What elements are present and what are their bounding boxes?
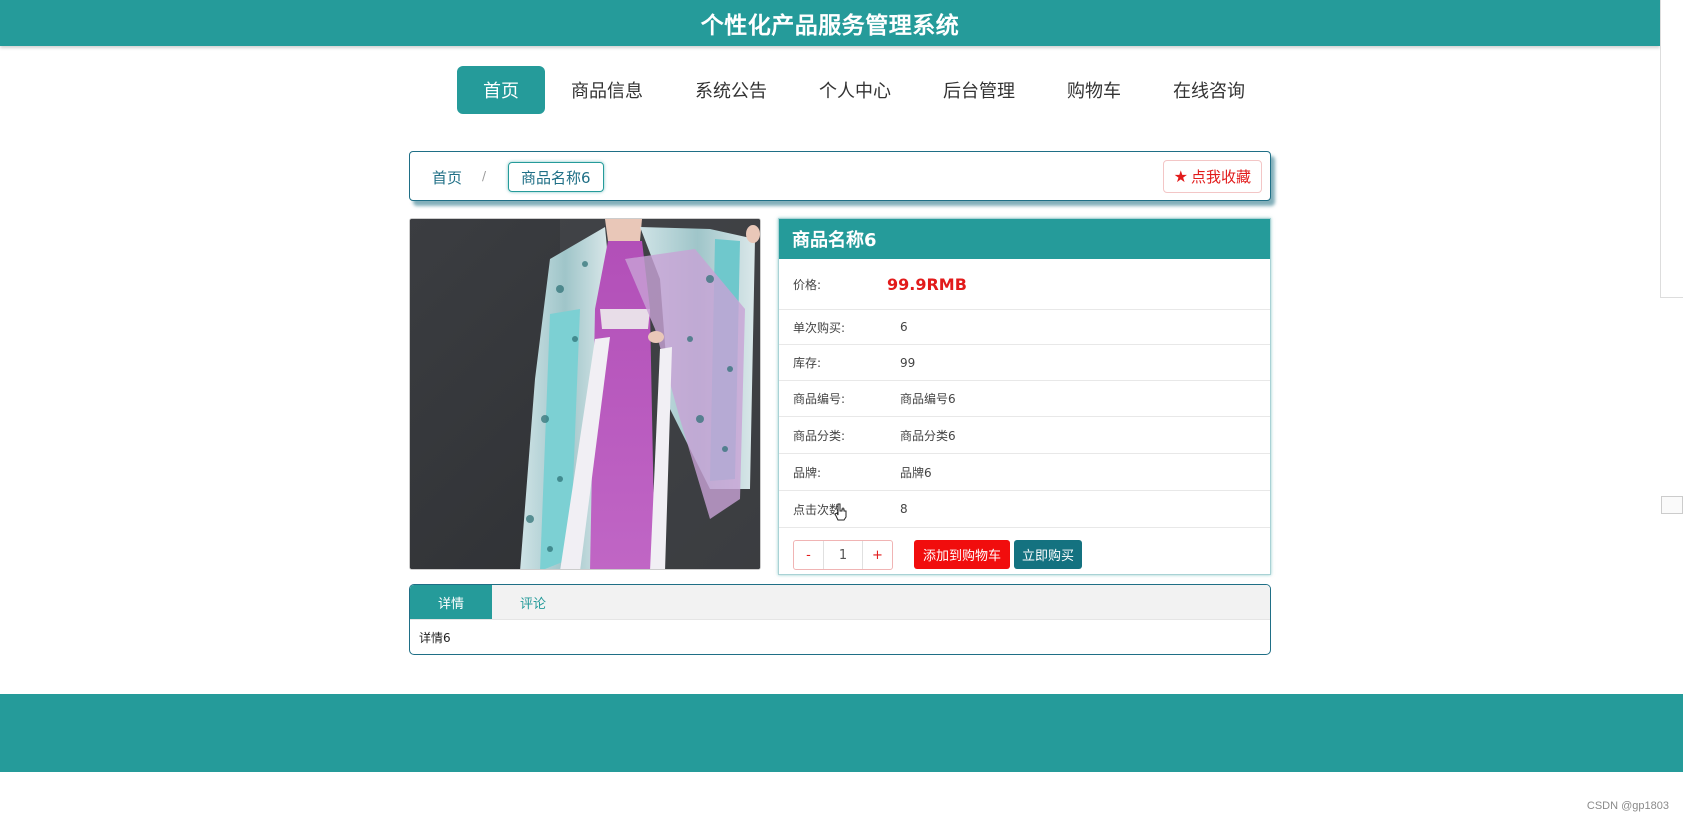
nav-item-profile[interactable]: 个人中心 [793,66,917,114]
price-label: 价格: [793,277,822,292]
breadcrumb: 首页 / 商品名称6 ★ 点我收藏 [409,151,1271,201]
detail-tabs: 详情 评论 详情6 [409,584,1271,655]
product-photo-illustration [410,219,760,569]
nav-item-admin[interactable]: 后台管理 [917,66,1041,114]
page-title: 个性化产品服务管理系统 [700,13,960,39]
tab-details[interactable]: 详情 [410,585,492,619]
detail-row: 单次购买: 6 [779,310,1270,345]
nav-item-home[interactable]: 首页 [457,66,545,114]
hand-cursor-icon [834,503,847,521]
add-to-cart-button[interactable]: 添加到购物车 [914,540,1011,569]
nav-item-announcements[interactable]: 系统公告 [669,66,793,114]
nav-item-cart[interactable]: 购物车 [1041,66,1147,114]
main-nav: 首页 商品信息 系统公告 个人中心 后台管理 购物车 在线咨询 [457,66,1271,114]
buy-now-button[interactable]: 立即购买 [1014,540,1083,569]
header-bar: 个性化产品服务管理系统 [0,0,1660,46]
detail-value: 品牌6 [900,465,932,480]
quantity-input[interactable]: 1 [823,541,863,569]
detail-row: 商品编号: 商品编号6 [779,381,1270,417]
tab-bar: 详情 评论 [410,585,1270,620]
product-info-panel: 商品名称6 价格: 99.9RMB 单次购买: 6 库存: 99 商品编号: 商… [778,218,1271,575]
breadcrumb-separator: / [482,169,487,183]
tab-content: 详情6 [419,631,451,645]
detail-row: 点击次数: 8 [779,491,1270,528]
product-image [409,218,761,570]
footer [0,694,1683,772]
favorite-label: 点我收藏 [1190,168,1251,186]
breadcrumb-home-link[interactable]: 首页 [432,167,462,188]
quantity-minus-button[interactable]: - [794,541,823,569]
price-value: 99.9RMB [887,274,967,294]
detail-value: 商品编号6 [900,392,956,406]
detail-label: 商品编号: [793,392,846,406]
nav-item-consult[interactable]: 在线咨询 [1147,66,1271,114]
detail-row: 品牌: 品牌6 [779,454,1270,491]
detail-label: 商品分类: [793,428,846,443]
star-icon: ★ [1173,167,1188,186]
nav-item-products[interactable]: 商品信息 [545,66,669,114]
detail-value: 6 [900,320,908,334]
watermark: CSDN @gp1803 [1586,800,1669,812]
detail-row: 商品分类: 商品分类6 [779,417,1270,454]
detail-label: 品牌: [793,465,822,480]
side-widget[interactable] [1661,496,1683,514]
favorite-button[interactable]: ★ 点我收藏 [1162,160,1262,193]
detail-label: 单次购买: [793,320,846,335]
detail-label: 库存: [793,356,822,370]
detail-value: 8 [900,502,908,516]
tab-comments[interactable]: 评论 [492,585,574,619]
detail-row: 库存: 99 [779,345,1270,381]
detail-value: 99 [900,355,916,370]
side-panel-edge [1660,0,1683,298]
detail-value: 商品分类6 [900,428,956,443]
purchase-controls: - 1 + 添加到购物车 立即购买 [779,535,1270,573]
quantity-stepper: - 1 + [793,540,893,570]
breadcrumb-current: 商品名称6 [508,162,604,192]
quantity-plus-button[interactable]: + [863,541,892,569]
product-name: 商品名称6 [779,219,1270,259]
price-row: 价格: 99.9RMB [779,259,1270,310]
